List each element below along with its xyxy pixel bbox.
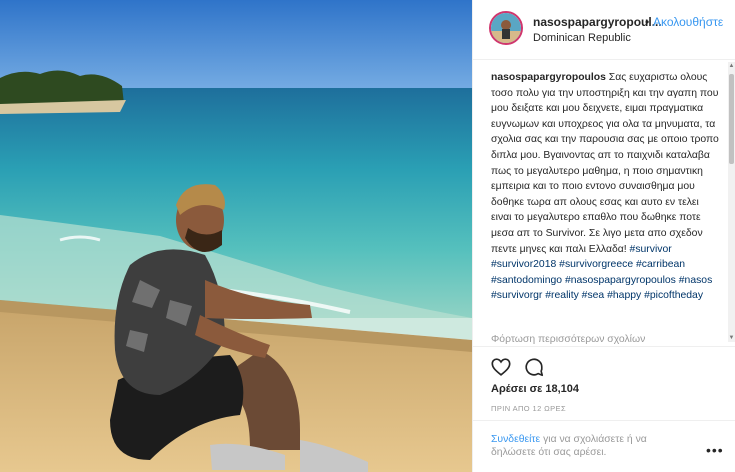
- post-timestamp[interactable]: ΠΡΙΝ ΑΠΟ 12 ΩΡΕΣ: [491, 404, 566, 413]
- hashtag-link[interactable]: #survivor2018: [491, 259, 556, 270]
- location-link[interactable]: Dominican Republic: [533, 32, 631, 44]
- caption-username[interactable]: nasospapargyropoulos: [491, 72, 606, 83]
- scroll-up-arrow[interactable]: ▲: [728, 62, 735, 70]
- login-link[interactable]: Συνδεθείτε: [491, 434, 540, 445]
- login-to-comment-prompt: Συνδεθείτε για να σχολιάσετε ή να δηλώσε…: [491, 433, 691, 459]
- comment-icon[interactable]: [523, 356, 545, 378]
- follow-button[interactable]: Ακολουθήστε: [653, 15, 723, 29]
- post-header: nasospapargyropoul... • Ακολουθήστε Domi…: [473, 0, 735, 60]
- username-link[interactable]: nasospapargyropoul...: [533, 15, 662, 29]
- hashtag-link[interactable]: #sea: [582, 290, 605, 301]
- hashtag-link[interactable]: #survivorgreece: [559, 259, 633, 270]
- likes-count[interactable]: Αρέσει σε 18,104: [491, 383, 579, 395]
- hashtag-link[interactable]: #reality: [545, 290, 579, 301]
- hashtag-link[interactable]: #nasos: [679, 275, 713, 286]
- heart-icon[interactable]: [490, 356, 512, 378]
- separator-dot: •: [645, 15, 650, 29]
- comment-section: [473, 420, 735, 421]
- avatar[interactable]: [489, 11, 523, 45]
- scrollbar-thumb[interactable]: [729, 74, 734, 164]
- caption-scrollbar[interactable]: ▲ ▼: [728, 62, 735, 342]
- hashtag-link[interactable]: #santodomingo: [491, 275, 562, 286]
- post-photo[interactable]: [0, 0, 472, 472]
- hashtag-link[interactable]: #happy: [607, 290, 641, 301]
- hashtag-link[interactable]: #picoftheday: [644, 290, 703, 301]
- hashtag-link[interactable]: #carribean: [636, 259, 685, 270]
- caption-text: Σας ευχαριστω ολους τοσο πολυ για την υπ…: [491, 72, 719, 255]
- hashtag-link[interactable]: #survivorgr: [491, 290, 542, 301]
- hashtag-link[interactable]: #nasospapargyropoulos: [565, 275, 676, 286]
- avatar-image: [491, 13, 521, 43]
- post-caption: nasospapargyropoulos Σας ευχαριστω ολους…: [491, 70, 721, 304]
- post-side-panel: nasospapargyropoul... • Ακολουθήστε Domi…: [472, 0, 735, 472]
- hashtag-link[interactable]: #survivor: [630, 244, 672, 255]
- more-options-icon[interactable]: •••: [706, 442, 724, 458]
- action-bar: [473, 346, 735, 377]
- beach-photo-illustration: [0, 0, 472, 472]
- load-more-comments[interactable]: Φόρτωση περισσότερων σχολίων: [491, 334, 645, 345]
- scroll-down-arrow[interactable]: ▼: [728, 334, 735, 342]
- instagram-post: nasospapargyropoul... • Ακολουθήστε Domi…: [0, 0, 735, 472]
